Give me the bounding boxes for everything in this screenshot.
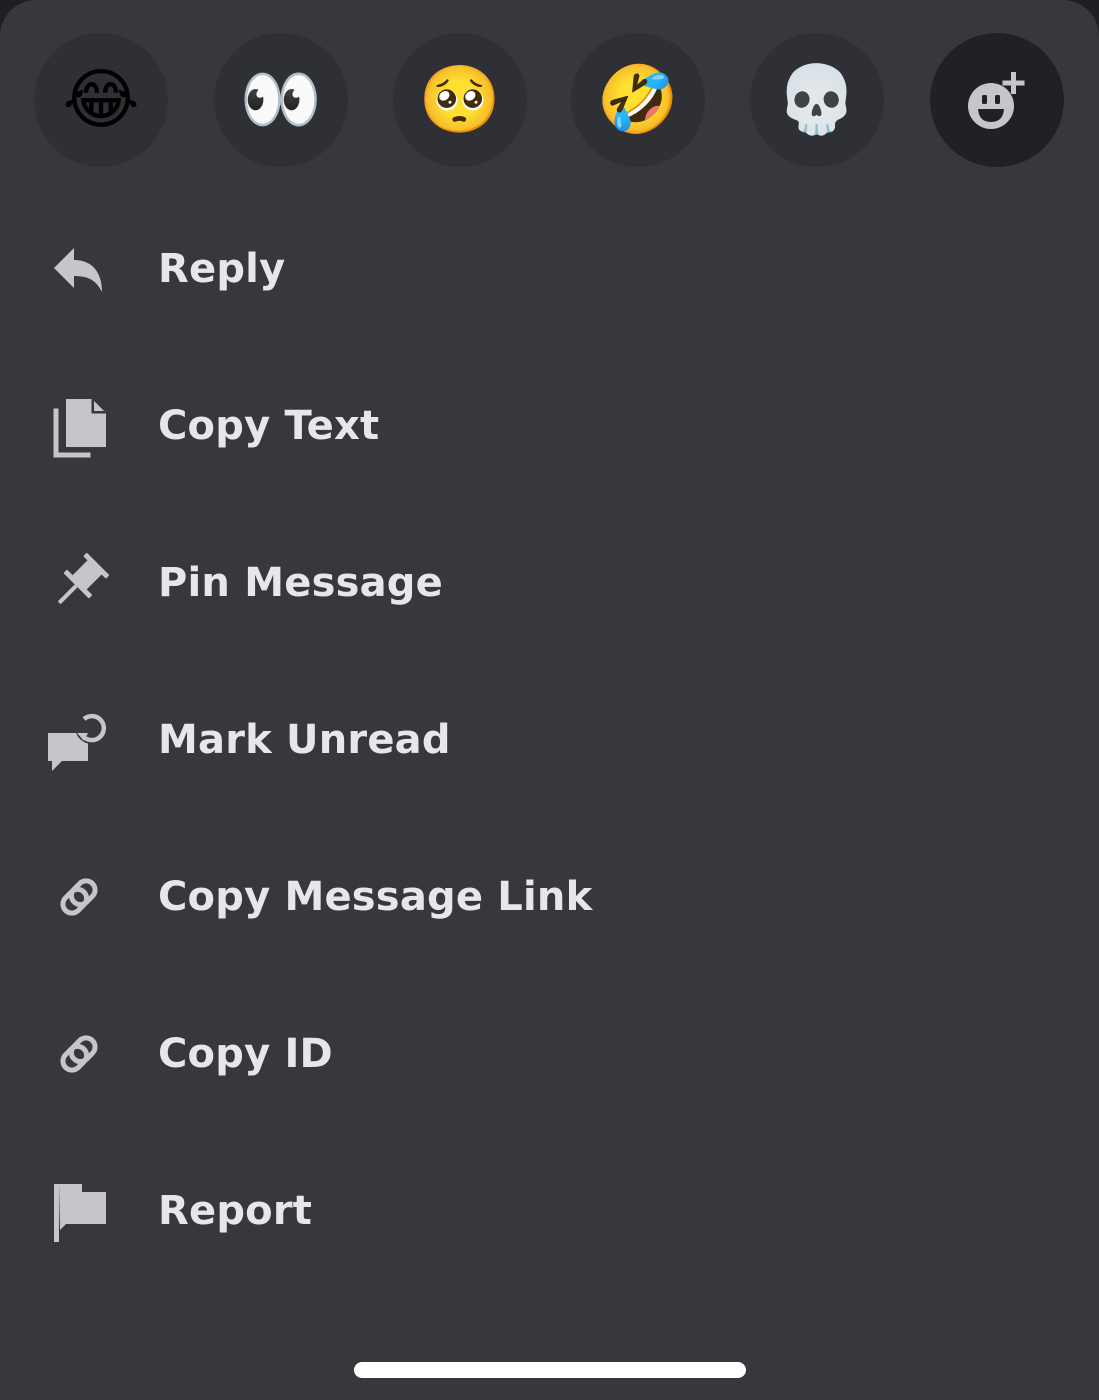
- pin-icon: [44, 548, 114, 618]
- menu-item-report[interactable]: Report: [0, 1132, 1099, 1289]
- reaction-eyes-button[interactable]: 👀: [214, 33, 348, 167]
- menu-item-label: Copy Message Link: [158, 873, 593, 920]
- add-reaction-icon: [968, 72, 1025, 129]
- pleading-face-emoji-icon: 🥺: [418, 61, 502, 138]
- reaction-rofl-button[interactable]: 🤣: [571, 33, 705, 167]
- mark-unread-icon: [44, 705, 114, 775]
- reply-icon: [44, 234, 114, 304]
- add-reaction-button[interactable]: [930, 33, 1064, 167]
- menu-item-label: Pin Message: [158, 559, 443, 606]
- reaction-skull-button[interactable]: 💀: [750, 33, 884, 167]
- menu-item-mark-unread[interactable]: Mark Unread: [0, 661, 1099, 818]
- menu-item-pin-message[interactable]: Pin Message: [0, 504, 1099, 661]
- menu-item-copy-id[interactable]: Copy ID: [0, 975, 1099, 1132]
- menu-item-copy-message-link[interactable]: Copy Message Link: [0, 818, 1099, 975]
- reaction-joy-button[interactable]: 😂: [34, 33, 168, 167]
- rofl-emoji-icon: 🤣: [596, 61, 680, 138]
- menu-item-label: Copy Text: [158, 402, 380, 449]
- eyes-emoji-icon: 👀: [239, 61, 323, 138]
- flag-icon: [44, 1176, 114, 1246]
- quick-reactions-row: 😂 👀 🥺 🤣 💀: [34, 33, 1066, 167]
- menu-item-label: Report: [158, 1187, 313, 1234]
- reaction-pleading-face-button[interactable]: 🥺: [393, 33, 527, 167]
- message-actions-sheet: 😂 👀 🥺 🤣 💀 Reply Copy Text Pin Message Ma…: [0, 0, 1099, 1400]
- skull-emoji-icon: 💀: [775, 61, 859, 138]
- menu-item-label: Copy ID: [158, 1030, 333, 1077]
- joy-emoji-icon: 😂: [62, 61, 140, 138]
- link-icon: [44, 862, 114, 932]
- menu-item-copy-text[interactable]: Copy Text: [0, 347, 1099, 504]
- copy-icon: [44, 391, 114, 461]
- link-icon: [44, 1019, 114, 1089]
- menu-item-label: Mark Unread: [158, 716, 451, 763]
- home-indicator[interactable]: [354, 1362, 746, 1378]
- menu-item-label: Reply: [158, 245, 286, 292]
- menu-item-reply[interactable]: Reply: [0, 190, 1099, 347]
